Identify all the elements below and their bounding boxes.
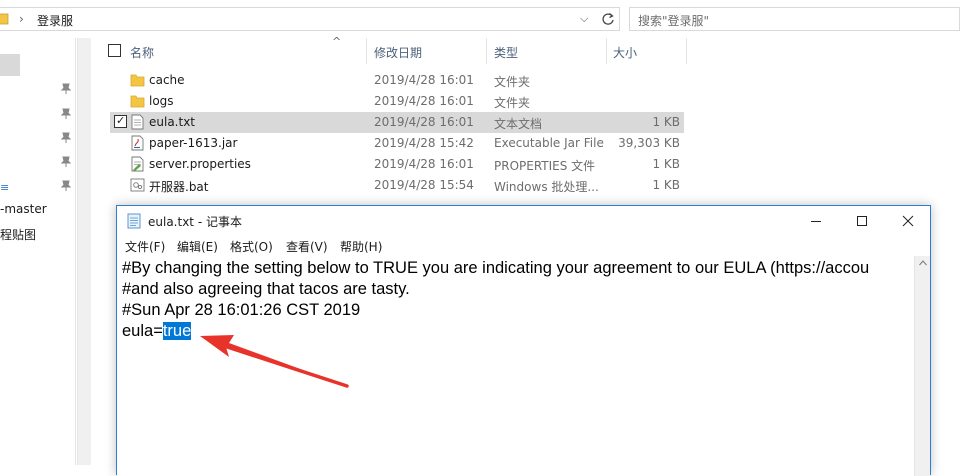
file-name: 开服器.bat (149, 180, 209, 194)
breadcrumb-current-folder[interactable]: 登录服 (37, 12, 73, 29)
column-modified[interactable]: 修改日期 (374, 44, 422, 61)
scroll-up-icon[interactable] (919, 260, 927, 266)
file-type: 文本文档 (494, 117, 543, 131)
pin-icon[interactable] (61, 156, 71, 168)
window-title: eula.txt - 记事本 (148, 215, 242, 229)
file-name: eula.txt (149, 115, 196, 129)
eula-key: eula= (122, 322, 163, 340)
folder-icon (130, 95, 145, 108)
file-type: 文件夹 (494, 96, 531, 110)
nav-item-texture[interactable]: 程贴图 (0, 226, 36, 243)
file-row-eula[interactable]: ✓ eula.txt 2019/4/28 16:01 文本文档 1 KB (110, 112, 684, 133)
file-size: 1 KB (652, 178, 680, 192)
notepad-icon (127, 213, 141, 229)
file-date: 2019/4/28 16:01 (374, 157, 474, 171)
folder-icon (0, 13, 9, 25)
text-line: #By changing the setting below to TRUE y… (122, 259, 870, 277)
text-line-eula: eula=true (122, 322, 192, 341)
jar-file-icon (131, 135, 144, 151)
file-name: paper-1613.jar (149, 136, 238, 150)
checkmark-icon: ✓ (116, 114, 126, 127)
notepad-menubar: 文件(F) 编辑(E) 格式(O) 查看(V) 帮助(H) (117, 236, 930, 256)
file-name: cache (149, 73, 185, 87)
file-type: PROPERTIES 文件 (494, 159, 596, 173)
file-date: 2019/4/28 15:54 (374, 178, 474, 192)
file-name: server.properties (149, 157, 251, 171)
bat-file-icon (130, 178, 145, 192)
notepad-vertical-scrollbar[interactable] (914, 256, 930, 476)
menu-view[interactable]: 查看(V) (286, 238, 328, 255)
text-line: #Sun Apr 28 16:01:26 CST 2019 (122, 301, 361, 319)
properties-file-icon (131, 156, 144, 172)
menu-edit[interactable]: 编辑(E) (177, 238, 218, 255)
minimize-button[interactable] (793, 206, 839, 236)
column-divider[interactable] (366, 38, 367, 64)
file-date: 2019/4/28 16:01 (374, 94, 474, 108)
file-date: 2019/4/28 16:01 (374, 73, 474, 87)
maximize-icon (857, 216, 867, 226)
notepad-window[interactable]: eula.txt - 记事本 文件(F) 编辑(E) 格式(O) 查看(V) 帮… (116, 205, 931, 476)
minimize-icon (811, 221, 821, 222)
menu-help[interactable]: 帮助(H) (340, 238, 382, 255)
pin-icon[interactable] (61, 108, 71, 120)
navigation-pane: ≡ -master 程贴图 (0, 38, 76, 465)
file-row-logs[interactable]: logs 2019/4/28 16:01 文件夹 (110, 91, 684, 112)
breadcrumb-separator: › (19, 12, 24, 26)
menu-file[interactable]: 文件(F) (125, 238, 165, 255)
text-line: #and also agreeing that tacos are tasty. (122, 280, 410, 298)
nav-item-master[interactable]: -master (0, 202, 47, 216)
file-type: 文件夹 (494, 75, 531, 89)
file-size: 1 KB (652, 115, 680, 129)
notepad-titlebar[interactable]: eula.txt - 记事本 (117, 206, 930, 236)
file-type: Executable Jar File (494, 136, 604, 150)
nav-accent-icon: ≡ (0, 181, 10, 194)
file-date: 2019/4/28 16:01 (374, 115, 474, 129)
column-type[interactable]: 类型 (494, 44, 518, 61)
file-row-cache[interactable]: cache 2019/4/28 16:01 文件夹 (110, 70, 684, 91)
column-divider[interactable] (606, 38, 607, 64)
refresh-icon[interactable] (599, 10, 617, 28)
file-list-header: 名称 ^ 修改日期 类型 大小 (100, 35, 960, 64)
search-placeholder: 搜索"登录服" (638, 14, 710, 28)
address-row: › 登录服 ⌵ 搜索"登录服" (0, 0, 960, 38)
file-name: logs (149, 94, 174, 108)
file-row-server-properties[interactable]: server.properties 2019/4/28 16:01 PROPER… (110, 154, 684, 175)
column-size[interactable]: 大小 (613, 44, 637, 61)
row-checkbox[interactable]: ✓ (114, 114, 127, 128)
file-size: 39,303 KB (618, 136, 680, 150)
file-date: 2019/4/28 15:42 (374, 136, 474, 150)
sort-ascending-icon: ^ (332, 35, 342, 48)
file-row-paper-jar[interactable]: paper-1613.jar 2019/4/28 15:42 Executabl… (110, 133, 684, 154)
pin-icon[interactable] (61, 132, 71, 144)
address-bar[interactable]: › 登录服 ⌵ (0, 7, 620, 31)
nav-scrollbar[interactable] (77, 38, 91, 465)
close-icon (902, 215, 914, 227)
chevron-down-icon[interactable]: ⌵ (580, 12, 588, 26)
pin-icon[interactable] (61, 180, 71, 192)
selected-text-true[interactable]: true (162, 322, 192, 340)
notepad-text-area[interactable]: #By changing the setting below to TRUE y… (117, 256, 915, 476)
select-all-checkbox[interactable] (108, 44, 121, 57)
close-button[interactable] (885, 206, 931, 236)
column-name[interactable]: 名称 (130, 44, 154, 61)
column-divider[interactable] (486, 38, 487, 64)
search-input[interactable]: 搜索"登录服" (629, 7, 960, 31)
menu-format[interactable]: 格式(O) (230, 238, 273, 255)
pin-icon[interactable] (61, 83, 71, 95)
maximize-button[interactable] (839, 206, 885, 236)
nav-selected-item[interactable] (0, 54, 20, 76)
column-divider[interactable] (686, 38, 687, 64)
file-row-start-bat[interactable]: 开服器.bat 2019/4/28 15:54 Windows 批处理... 1… (110, 175, 684, 196)
file-size: 1 KB (652, 157, 680, 171)
file-type: Windows 批处理... (494, 180, 599, 194)
text-file-icon (131, 114, 144, 130)
folder-icon (130, 74, 145, 87)
